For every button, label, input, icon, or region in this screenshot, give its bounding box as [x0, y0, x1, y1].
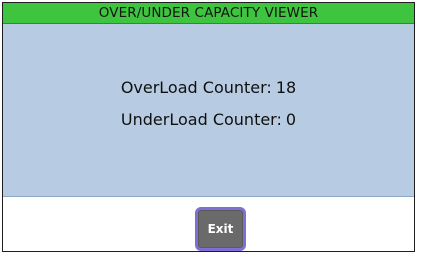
- counter-panel: OverLoad Counter: 18 UnderLoad Counter: 0: [3, 24, 414, 197]
- capacity-viewer-screen: OVER/UNDER CAPACITY VIEWER OverLoad Coun…: [0, 0, 425, 256]
- overload-counter-value: 18: [275, 78, 297, 97]
- underload-counter-label: UnderLoad Counter:: [120, 110, 282, 129]
- window-title: OVER/UNDER CAPACITY VIEWER: [3, 3, 414, 24]
- exit-button[interactable]: Exit: [195, 207, 246, 251]
- overload-counter-row: OverLoad Counter: 18: [3, 78, 414, 97]
- underload-counter-value: 0: [285, 110, 297, 129]
- overload-counter-label: OverLoad Counter:: [120, 78, 272, 97]
- underload-counter-row: UnderLoad Counter: 0: [3, 110, 414, 129]
